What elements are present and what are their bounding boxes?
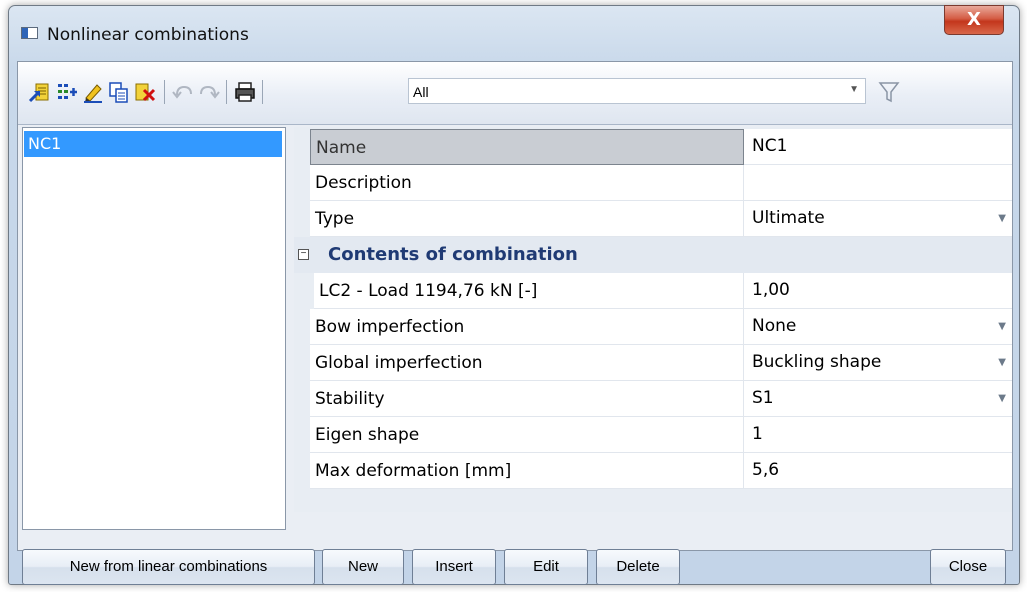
property-label: Stability [310, 381, 744, 417]
eigen-shape-field[interactable]: 1 [744, 417, 1012, 453]
property-label: Type [310, 201, 744, 237]
edit-icon[interactable] [82, 81, 104, 103]
toolbar: All ▼ [18, 62, 1012, 125]
properties-grid: Name NC1 Description Type Ultimate ▼ − C… [294, 127, 1012, 512]
bow-imperfection-value: None [752, 316, 797, 336]
delete-button[interactable]: Delete [596, 549, 680, 585]
chevron-down-icon[interactable]: ▼ [998, 381, 1006, 417]
input-icon[interactable] [56, 81, 78, 103]
property-label: Name [310, 129, 744, 165]
chevron-down-icon[interactable]: ▼ [998, 201, 1006, 237]
property-row-load-case[interactable]: LC2 - Load 1194,76 kN [-] 1,00 [310, 273, 1012, 309]
title-bar: Nonlinear combinations X [9, 5, 1019, 58]
chevron-down-icon[interactable]: ▼ [998, 345, 1006, 381]
property-row-stability[interactable]: Stability S1 ▼ [310, 381, 1012, 417]
copy-icon[interactable] [108, 81, 130, 103]
description-field[interactable] [744, 165, 1012, 201]
section-contents-of-combination[interactable]: − Contents of combination [294, 237, 1012, 273]
filter-select[interactable]: All ▼ [408, 78, 866, 104]
main-panel: All ▼ NC1 Name NC1 Description Type Ulti… [17, 61, 1013, 551]
property-label: Eigen shape [310, 417, 744, 453]
close-window-button[interactable]: X [944, 5, 1004, 35]
undo-icon[interactable] [172, 81, 194, 103]
property-label: Global imperfection [310, 345, 744, 381]
collapse-icon[interactable]: − [298, 249, 309, 260]
load-case-coefficient-field[interactable]: 1,00 [744, 273, 1012, 309]
new-icon[interactable] [28, 81, 50, 103]
chevron-down-icon: ▼ [849, 84, 859, 95]
global-imperfection-dropdown[interactable]: Buckling shape ▼ [744, 345, 1012, 381]
global-imperfection-value: Buckling shape [752, 352, 882, 372]
max-deformation-field[interactable]: 5,6 [744, 453, 1012, 489]
filter-value: All [413, 84, 429, 100]
property-label: Description [310, 165, 744, 201]
insert-button[interactable]: Insert [412, 549, 496, 585]
new-button[interactable]: New [322, 549, 404, 585]
property-row-name[interactable]: Name NC1 [310, 129, 1012, 165]
redo-icon[interactable] [198, 81, 220, 103]
section-title: Contents of combination [328, 244, 578, 265]
property-row-bow-imperfection[interactable]: Bow imperfection None ▼ [310, 309, 1012, 345]
dialog-window: Nonlinear combinations X All ▼ NC1 Name … [8, 5, 1020, 585]
property-row-global-imperfection[interactable]: Global imperfection Buckling shape ▼ [310, 345, 1012, 381]
toolbar-separator [226, 80, 227, 104]
stability-dropdown[interactable]: S1 ▼ [744, 381, 1012, 417]
type-dropdown[interactable]: Ultimate ▼ [744, 201, 1012, 237]
toolbar-separator [164, 80, 165, 104]
new-from-linear-combinations-button[interactable]: New from linear combinations [22, 549, 315, 585]
window-icon [21, 27, 38, 39]
chevron-down-icon[interactable]: ▼ [998, 309, 1006, 345]
stability-value: S1 [752, 388, 774, 408]
property-row-max-deformation[interactable]: Max deformation [mm] 5,6 [310, 453, 1012, 489]
delete-icon[interactable] [134, 81, 156, 103]
close-button[interactable]: Close [930, 549, 1006, 585]
toolbar-separator [262, 80, 263, 104]
property-row-eigen-shape[interactable]: Eigen shape 1 [310, 417, 1012, 453]
list-item[interactable]: NC1 [24, 131, 282, 157]
property-label: Bow imperfection [310, 309, 744, 345]
name-field[interactable]: NC1 [744, 129, 1012, 165]
print-icon[interactable] [234, 81, 256, 103]
type-value: Ultimate [752, 208, 825, 228]
combination-list[interactable]: NC1 [22, 127, 286, 530]
property-row-description[interactable]: Description [310, 165, 1012, 201]
property-label: Max deformation [mm] [310, 453, 744, 489]
edit-button[interactable]: Edit [504, 549, 588, 585]
property-row-type[interactable]: Type Ultimate ▼ [310, 201, 1012, 237]
filter-icon[interactable] [878, 80, 900, 104]
window-title: Nonlinear combinations [47, 25, 249, 45]
property-label: LC2 - Load 1194,76 kN [-] [314, 273, 744, 309]
bow-imperfection-dropdown[interactable]: None ▼ [744, 309, 1012, 345]
